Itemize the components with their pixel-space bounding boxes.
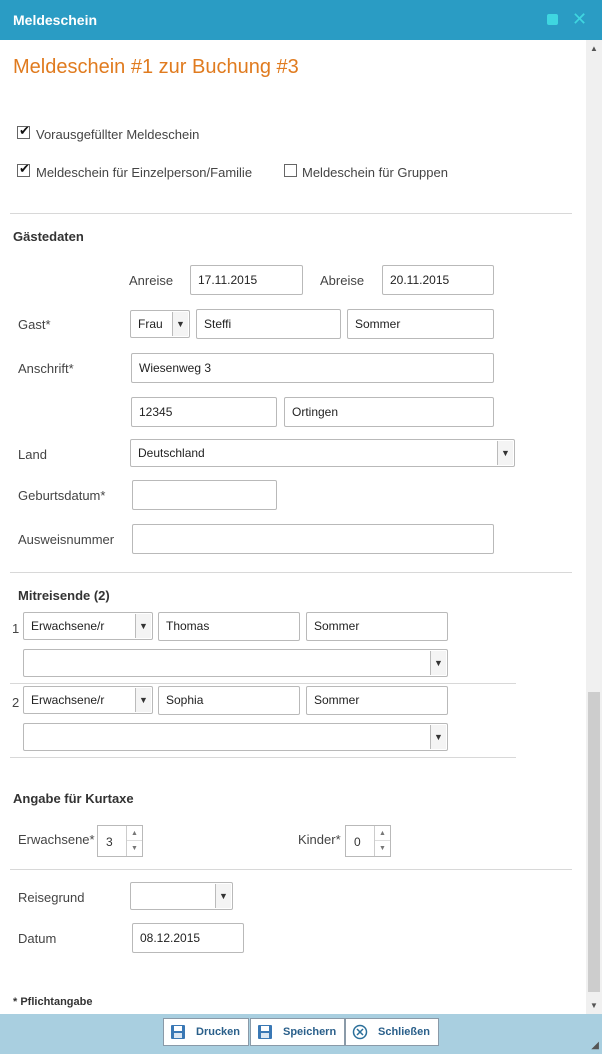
salutation-value: Frau	[138, 317, 163, 331]
zip-field[interactable]: 12345	[131, 397, 277, 427]
scrollbar[interactable]: ▲ ▼	[586, 40, 602, 1014]
chevron-down-icon: ▼	[430, 725, 446, 749]
section-companions: Mitreisende (2)	[18, 588, 110, 603]
city-field[interactable]: Ortingen	[284, 397, 494, 427]
floppy-disk-icon	[258, 1025, 272, 1039]
guest-lastname-field[interactable]: Sommer	[347, 309, 494, 339]
chevron-down-icon: ▼	[172, 312, 188, 336]
divider	[10, 572, 572, 573]
date-label: Datum	[18, 931, 57, 946]
arrival-field[interactable]: 17.11.2015	[190, 265, 303, 295]
single-checkbox[interactable]: ✔	[17, 161, 30, 177]
scroll-up-icon[interactable]: ▲	[590, 44, 598, 53]
print-label: Drucken	[196, 1026, 241, 1038]
groups-label: Meldeschein für Gruppen	[302, 165, 448, 180]
divider	[10, 757, 516, 758]
companion-firstname-field[interactable]: Sophia	[158, 686, 300, 715]
adults-value: 3	[106, 835, 113, 849]
id-field[interactable]	[132, 524, 494, 554]
section-guest: Gästedaten	[13, 229, 84, 244]
guest-label: Gast*	[18, 317, 51, 332]
close-button[interactable]: Schließen	[345, 1018, 439, 1046]
scroll-down-icon[interactable]: ▼	[590, 1001, 598, 1010]
id-label: Ausweisnummer	[18, 532, 115, 547]
companion-lastname-field[interactable]: Sommer	[306, 612, 448, 641]
children-stepper[interactable]: 0 ▲ ▼	[345, 825, 391, 857]
address-label: Anschrift*	[18, 361, 74, 376]
maximize-icon[interactable]	[547, 14, 558, 25]
button-bar: Drucken Speichern Schließen ◢	[0, 1014, 602, 1054]
close-icon[interactable]: ✕	[572, 8, 587, 30]
save-label: Speichern	[283, 1026, 337, 1038]
divider	[10, 683, 516, 684]
save-button[interactable]: Speichern	[250, 1018, 345, 1046]
stepper-up-icon[interactable]: ▲	[127, 826, 142, 841]
groups-checkbox[interactable]	[284, 164, 297, 177]
children-label: Kinder*	[298, 832, 341, 847]
arrival-label: Anreise	[129, 273, 174, 288]
close-circle-icon	[352, 1024, 368, 1040]
country-value: Deutschland	[138, 446, 205, 460]
scrollbar-thumb[interactable]	[588, 692, 600, 992]
date-field[interactable]: 08.12.2015	[132, 923, 244, 953]
close-label: Schließen	[378, 1026, 430, 1038]
birthdate-label: Geburtsdatum*	[18, 488, 106, 503]
chevron-down-icon: ▼	[430, 651, 446, 675]
stepper-up-icon[interactable]: ▲	[375, 826, 390, 841]
prefilled-checkbox[interactable]: ✔	[17, 123, 30, 139]
companion-index: 1	[12, 621, 20, 636]
street-field[interactable]: Wiesenweg 3	[131, 353, 494, 383]
form-content: Meldeschein #1 zur Buchung #3 ✔ Vorausge…	[0, 40, 586, 1014]
birthdate-field[interactable]	[132, 480, 277, 510]
required-note: * Pflichtangabe	[13, 996, 93, 1008]
chevron-down-icon: ▼	[135, 614, 151, 638]
window-title: Meldeschein	[13, 12, 98, 28]
companion-type-select[interactable]: Erwachsene/r ▼	[23, 612, 153, 640]
single-label: Meldeschein für Einzelperson/Familie	[36, 165, 253, 180]
resize-handle-icon[interactable]: ◢	[591, 1040, 599, 1051]
companion-type-select[interactable]: Erwachsene/r ▼	[23, 686, 153, 714]
chevron-down-icon: ▼	[135, 688, 151, 712]
adults-stepper[interactable]: 3 ▲ ▼	[97, 825, 143, 857]
section-tax: Angabe für Kurtaxe	[13, 791, 134, 806]
companion-type-value: Erwachsene/r	[31, 693, 105, 707]
stepper-down-icon[interactable]: ▼	[375, 841, 390, 856]
guest-firstname-field[interactable]: Steffi	[196, 309, 341, 339]
divider	[10, 213, 572, 214]
floppy-disk-icon	[171, 1025, 185, 1039]
prefilled-label: Vorausgefüllter Meldeschein	[36, 127, 200, 142]
companion-index: 2	[12, 695, 20, 710]
chevron-down-icon: ▼	[215, 884, 231, 908]
reason-label: Reisegrund	[18, 890, 85, 905]
companion-lastname-field[interactable]: Sommer	[306, 686, 448, 715]
page-title: Meldeschein #1 zur Buchung #3	[13, 56, 299, 78]
companion-extra-select[interactable]: ▼	[23, 649, 448, 677]
chevron-down-icon: ▼	[497, 441, 513, 465]
companion-extra-select[interactable]: ▼	[23, 723, 448, 751]
stepper-down-icon[interactable]: ▼	[127, 841, 142, 856]
country-label: Land	[18, 447, 47, 462]
children-value: 0	[354, 835, 361, 849]
window-titlebar: Meldeschein ✕	[0, 0, 602, 40]
divider	[10, 869, 572, 870]
reason-select[interactable]: ▼	[130, 882, 233, 910]
print-button[interactable]: Drucken	[163, 1018, 249, 1046]
departure-label: Abreise	[320, 273, 365, 288]
companion-firstname-field[interactable]: Thomas	[158, 612, 300, 641]
salutation-select[interactable]: Frau ▼	[130, 310, 190, 338]
companion-type-value: Erwachsene/r	[31, 619, 105, 633]
adults-label: Erwachsene*	[18, 832, 95, 847]
country-select[interactable]: Deutschland ▼	[130, 439, 515, 467]
departure-field[interactable]: 20.11.2015	[382, 265, 494, 295]
